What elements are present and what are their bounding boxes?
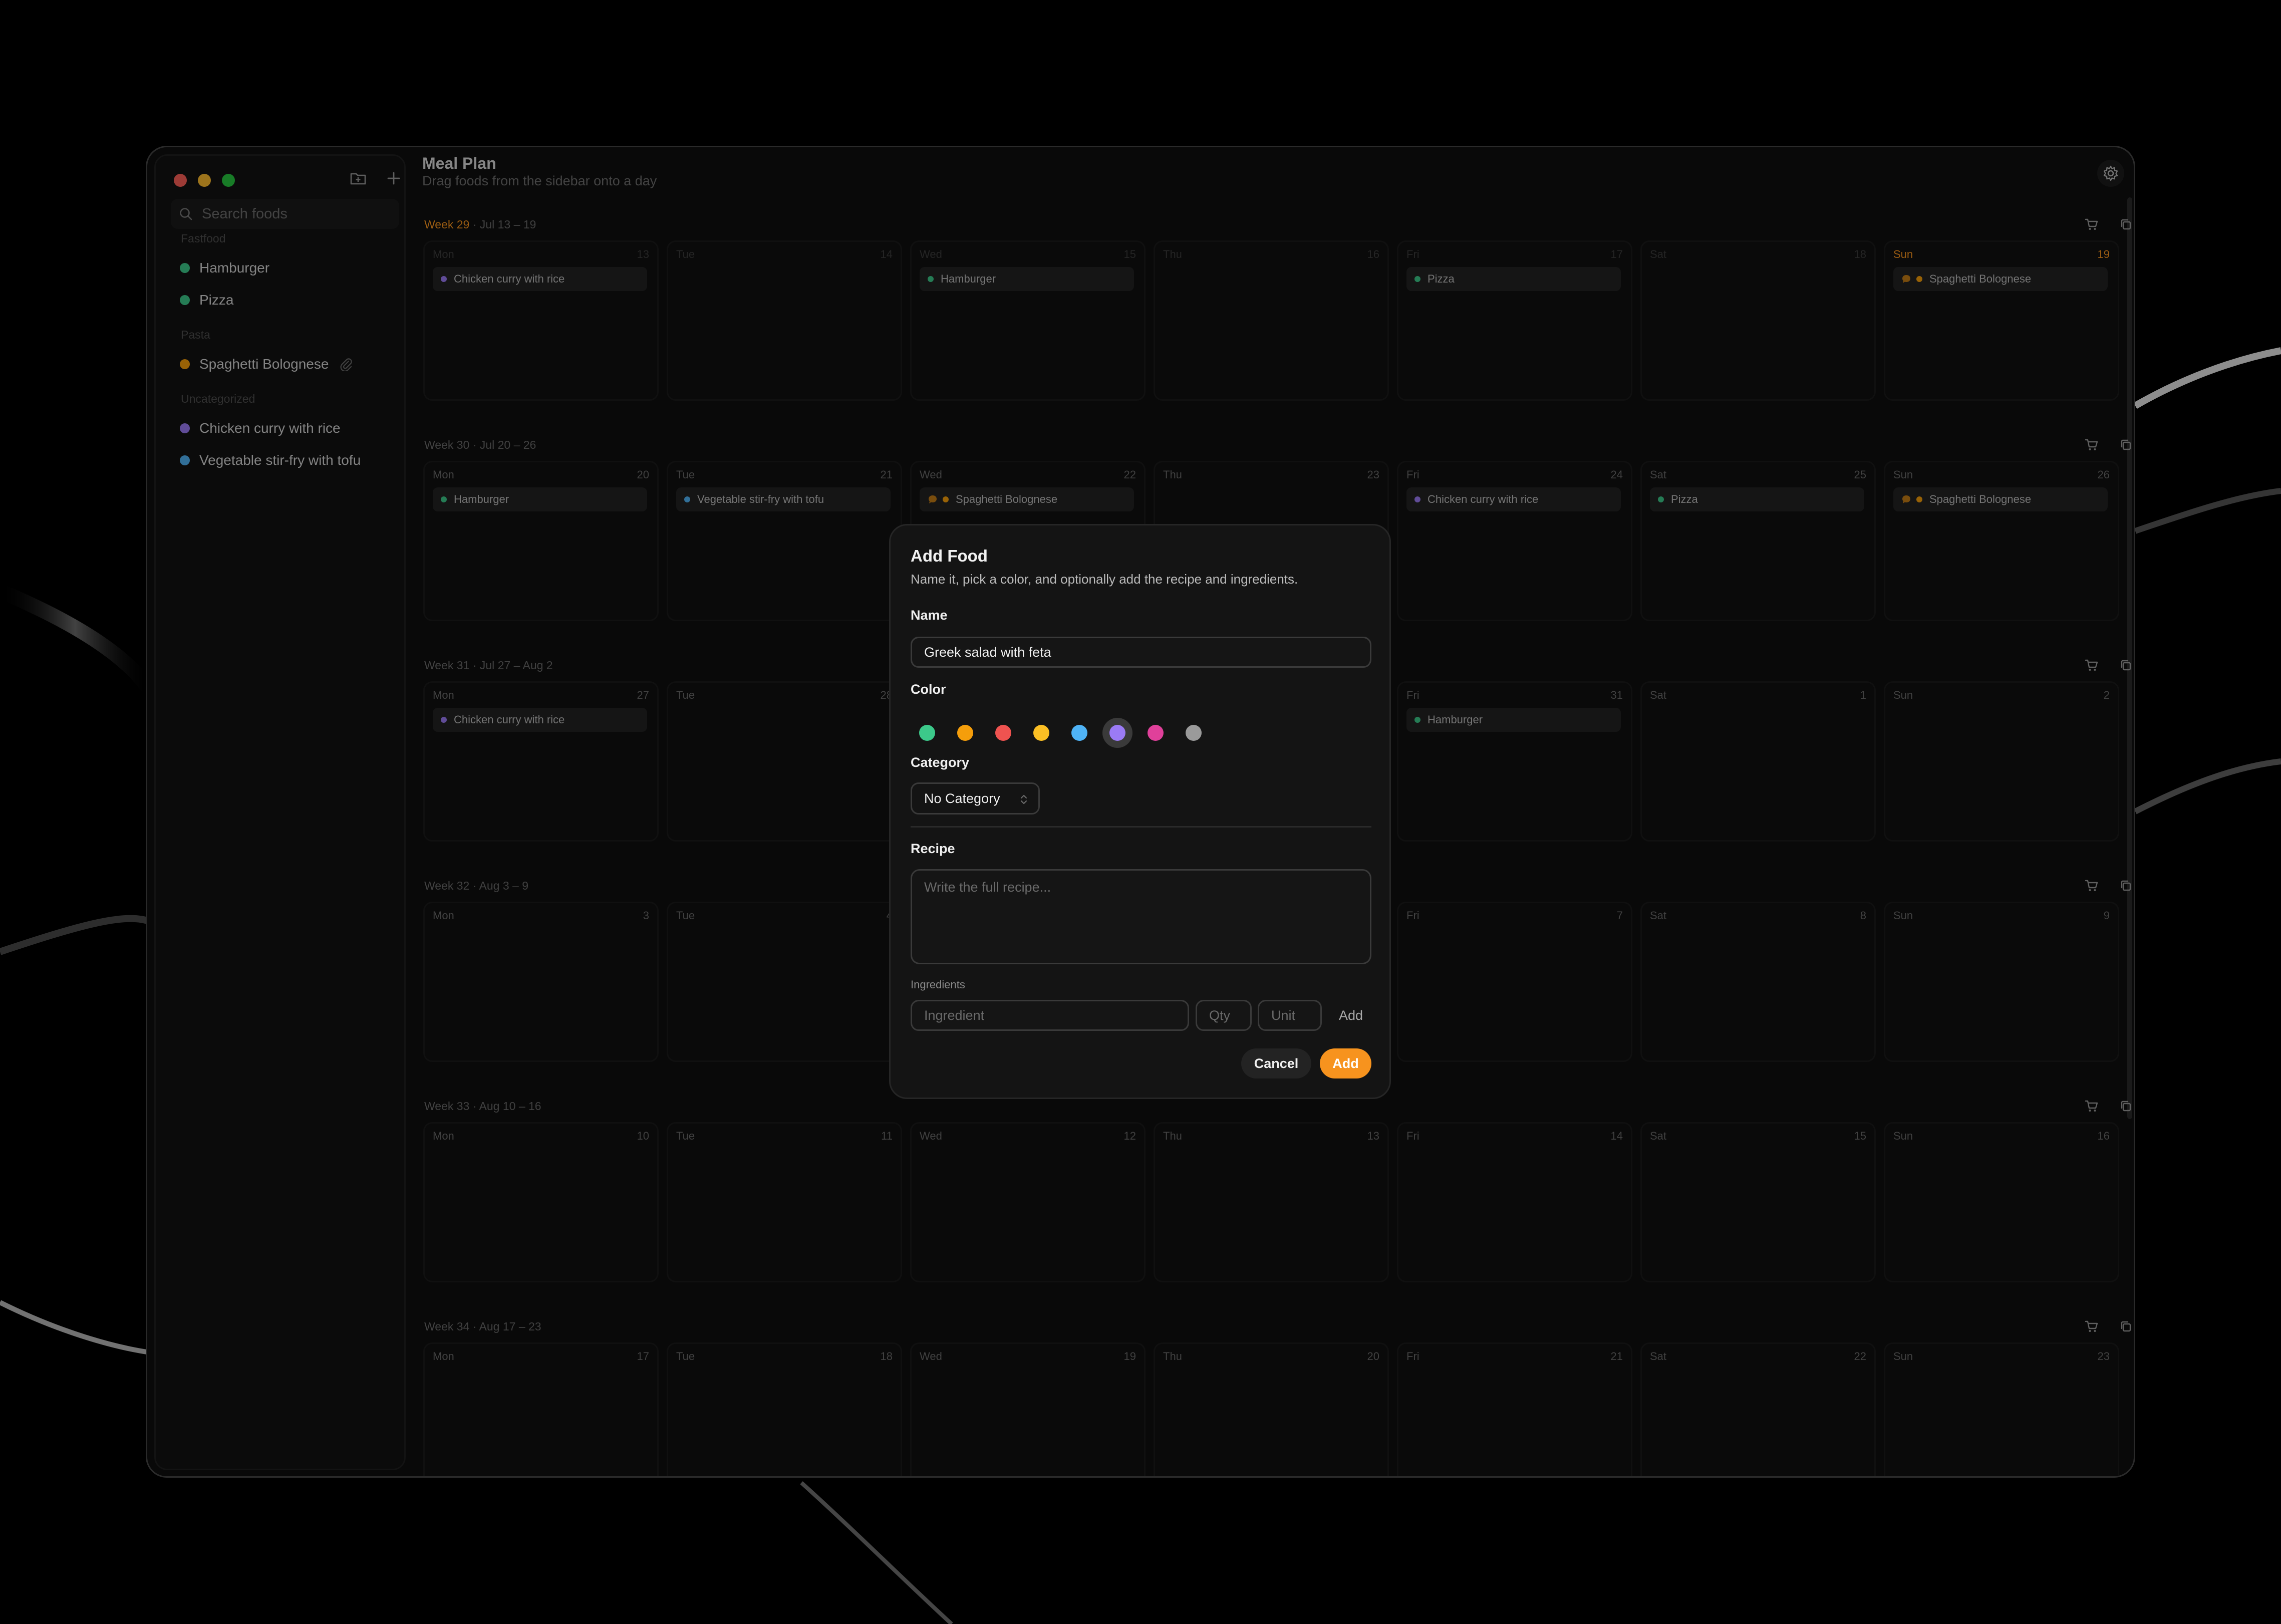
color-swatch[interactable] <box>1033 725 1049 741</box>
color-label: Color <box>911 682 946 697</box>
add-food-dialog: Add Food Name it, pick a color, and opti… <box>889 524 1391 1099</box>
category-select[interactable]: No Category <box>911 782 1040 815</box>
color-swatch[interactable] <box>919 725 935 741</box>
name-input[interactable] <box>911 637 1371 668</box>
color-picker <box>919 725 1224 741</box>
ingredient-input[interactable] <box>911 1000 1189 1031</box>
category-value: No Category <box>924 790 1000 806</box>
cancel-button[interactable]: Cancel <box>1241 1048 1311 1078</box>
add-ingredient-button[interactable]: Add <box>1330 1000 1371 1031</box>
color-swatch[interactable] <box>1186 725 1202 741</box>
recipe-textarea[interactable] <box>911 869 1371 964</box>
add-button[interactable]: Add <box>1320 1048 1371 1078</box>
color-swatch[interactable] <box>1071 725 1087 741</box>
ingredients-label: Ingredients <box>911 978 965 991</box>
qty-input[interactable] <box>1196 1000 1252 1031</box>
name-label: Name <box>911 608 948 623</box>
color-swatch[interactable] <box>957 725 973 741</box>
unit-input[interactable] <box>1258 1000 1322 1031</box>
dialog-title: Add Food <box>911 547 988 565</box>
dialog-description: Name it, pick a color, and optionally ad… <box>911 572 1298 587</box>
color-swatch[interactable] <box>1148 725 1164 741</box>
color-swatch[interactable] <box>995 725 1011 741</box>
chevron-up-down-icon <box>1020 794 1027 804</box>
color-swatch[interactable] <box>1109 725 1125 741</box>
dialog-divider <box>911 826 1371 828</box>
recipe-label: Recipe <box>911 841 955 856</box>
category-label: Category <box>911 755 970 770</box>
